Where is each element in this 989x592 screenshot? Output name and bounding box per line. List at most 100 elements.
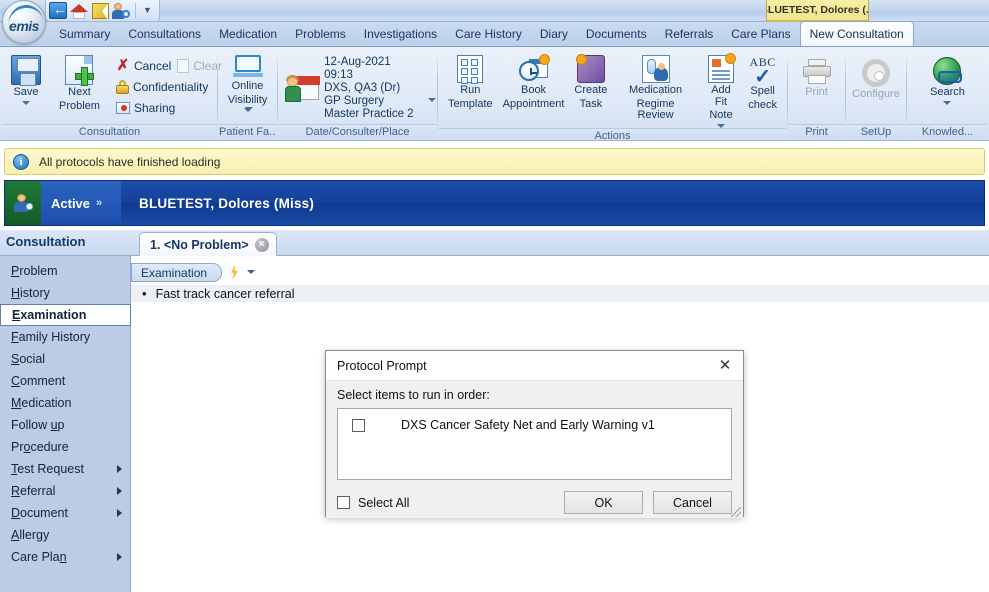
sidebar-item-referral[interactable]: Referral	[0, 480, 130, 502]
medication-regime-review-button[interactable]: Medication Regime Review	[612, 53, 698, 122]
patient-status-indicator	[5, 181, 41, 225]
info-icon: i	[13, 153, 29, 170]
sidebar-item-family-history[interactable]: Family History	[0, 326, 130, 348]
ok-button[interactable]: OK	[564, 491, 643, 514]
patient-name: BLUETEST, Dolores (Miss)	[139, 195, 315, 211]
add-fit-note-button[interactable]: Add Fit Note	[699, 53, 744, 128]
sidebar-item-document[interactable]: Document	[0, 502, 130, 524]
tab-consultations[interactable]: Consultations	[119, 22, 210, 46]
edit-icon[interactable]	[90, 1, 110, 20]
configure-button[interactable]: Configure	[847, 57, 905, 101]
close-icon[interactable]: ×	[254, 237, 269, 252]
spell-check-button[interactable]: ABC ✓ Spell check	[743, 53, 782, 111]
online-visibility-button[interactable]: Online Visibility	[223, 53, 273, 112]
tab-problems[interactable]: Problems	[286, 22, 355, 46]
qat-overflow-icon[interactable]: ▼	[140, 6, 155, 15]
run-template-button[interactable]: Run Template	[443, 53, 498, 110]
globe-search-icon	[933, 57, 963, 85]
protocol-caret-icon[interactable]	[247, 270, 256, 274]
quick-access-toolbar: ▼	[45, 0, 160, 22]
problem-tab[interactable]: 1. <No Problem> ×	[139, 232, 277, 256]
ribbon-group-setup: Configure SetUp	[847, 49, 905, 139]
protocol-item-label: DXS Cancer Safety Net and Early Warning …	[401, 418, 655, 432]
ribbon-group-label-actions: Actions	[439, 127, 786, 139]
fit-note-icon	[707, 53, 736, 83]
tab-diary[interactable]: Diary	[531, 22, 577, 46]
dialog-body: Select items to run in order: DXS Cancer…	[326, 381, 743, 518]
task-icon	[575, 54, 605, 83]
find-patient-icon[interactable]	[111, 1, 131, 20]
sidebar-item-follow-up[interactable]: Follow up	[0, 414, 130, 436]
consultation-details-caret-icon[interactable]	[428, 97, 436, 102]
next-problem-button[interactable]: Next Problem	[54, 53, 105, 112]
check-mark-icon: ✓	[754, 66, 771, 88]
protocol-bolt-icon[interactable]	[231, 264, 238, 280]
sidebar-item-social[interactable]: Social	[0, 348, 130, 370]
save-caret-icon[interactable]	[22, 100, 30, 105]
sidebar-item-allergy[interactable]: Allergy	[0, 524, 130, 546]
select-all-label: Select All	[358, 495, 410, 510]
ribbon-group-label-patient-facilities: Patient Fa...	[219, 124, 276, 139]
consultation-organisation: Master Practice 2	[324, 108, 414, 120]
ribbon-group-consultation: Save Next Problem ✗ Cancel Clear Confide…	[2, 49, 254, 139]
new-problem-icon	[65, 55, 95, 86]
tab-referrals[interactable]: Referrals	[656, 22, 723, 46]
ribbon-group-label-date-consulter-place: Date/Consulter/Place	[279, 124, 436, 139]
medication-review-icon	[641, 55, 670, 83]
cancel-button[interactable]: ✗ Cancel	[113, 55, 174, 76]
home-icon[interactable]	[69, 1, 89, 20]
online-visibility-caret-icon[interactable]	[243, 108, 252, 112]
tab-new-consultation[interactable]: New Consultation	[799, 21, 914, 46]
submenu-arrow-icon	[117, 465, 122, 473]
ribbon-group-knowledge: Search Knowled...	[908, 49, 987, 139]
create-task-button[interactable]: Create Task	[569, 53, 612, 110]
sidebar-item-procedure[interactable]: Procedure	[0, 436, 130, 458]
ribbon-divider-5	[845, 53, 846, 133]
cancel-button[interactable]: Cancel	[653, 491, 732, 514]
tab-medication[interactable]: Medication	[210, 22, 286, 46]
back-icon[interactable]	[48, 1, 68, 20]
examination-section-header: Examination	[131, 261, 989, 283]
print-button[interactable]: Print	[797, 57, 837, 99]
examination-entry-row[interactable]: • Fast track cancer referral	[131, 284, 989, 302]
book-appointment-button[interactable]: Book Appointment	[498, 53, 570, 110]
select-all-checkbox[interactable]	[337, 496, 350, 509]
examination-section-label[interactable]: Examination	[131, 262, 223, 282]
protocol-prompt-dialog: Protocol Prompt ✕ Select items to run in…	[325, 350, 744, 518]
search-caret-icon[interactable]	[943, 100, 952, 105]
submenu-arrow-icon	[117, 487, 122, 495]
resize-grip[interactable]	[731, 507, 741, 517]
monitor-icon	[232, 55, 263, 79]
ribbon-group-date-consulter-place[interactable]: 12-Aug-2021 09:13 DXS, QA3 (Dr) GP Surge…	[279, 49, 436, 139]
bullet-icon: •	[142, 285, 147, 301]
list-item[interactable]: DXS Cancer Safety Net and Early Warning …	[338, 415, 731, 435]
patient-window-tab[interactable]: BLUETEST, Dolores (...	[766, 0, 869, 22]
save-button[interactable]: Save	[6, 53, 46, 105]
chevron-down-icon[interactable]: »	[96, 197, 102, 209]
select-all-control[interactable]: Select All	[337, 496, 409, 510]
emis-logo[interactable]: emis	[2, 0, 46, 44]
protocol-checkbox[interactable]	[352, 418, 365, 432]
sidebar-item-care-plan[interactable]: Care Plan	[0, 546, 130, 568]
tab-care-plans[interactable]: Care Plans	[722, 22, 799, 46]
sidebar-item-comment[interactable]: Comment	[0, 370, 130, 392]
patient-status-dropdown[interactable]: Active »	[41, 181, 121, 225]
sidebar-item-problem[interactable]: Problem	[0, 260, 130, 282]
template-icon	[457, 55, 484, 84]
tab-care-history[interactable]: Care History	[446, 22, 531, 46]
sidebar-item-test-request[interactable]: Test Request	[0, 458, 130, 480]
sidebar-item-medication[interactable]: Medication	[0, 392, 130, 414]
tab-investigations[interactable]: Investigations	[355, 22, 446, 46]
submenu-arrow-icon	[117, 553, 122, 561]
patient-icon	[13, 194, 33, 212]
ribbon-group-patient-facilities: Online Visibility Patient Fa...	[219, 49, 276, 139]
sidebar-item-history[interactable]: History	[0, 282, 130, 304]
consultation-clinician: DXS, QA3 (Dr)	[324, 82, 401, 94]
sidebar-item-examination[interactable]: Examination	[0, 304, 131, 326]
tab-documents[interactable]: Documents	[577, 22, 656, 46]
tab-summary[interactable]: Summary	[50, 22, 119, 46]
logo-text: emis	[9, 18, 39, 34]
qat-divider	[135, 3, 136, 18]
close-icon[interactable]: ✕	[709, 352, 741, 380]
search-knowledge-button[interactable]: Search	[925, 55, 970, 105]
